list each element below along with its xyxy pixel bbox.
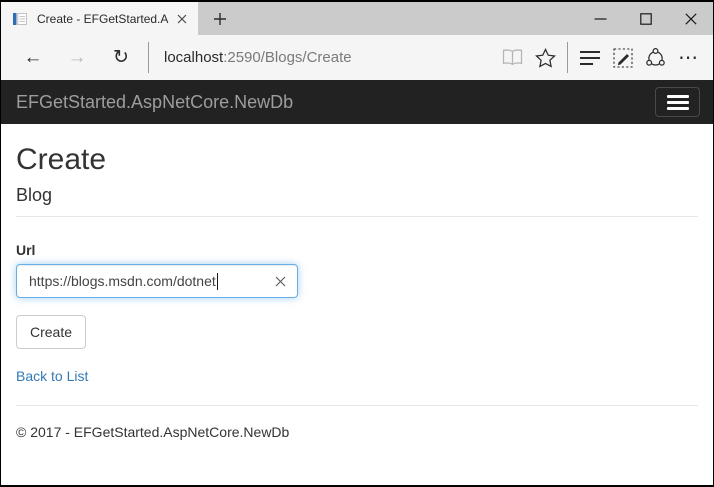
submit-row: Create [16,298,698,349]
minimize-button[interactable] [578,2,623,35]
hamburger-bar [667,101,689,104]
page-content: Create Blog Url https://blogs.msdn.com/d… [1,124,713,485]
navbar-brand-link[interactable]: EFGetStarted.AspNetCore.NewDb [16,92,293,113]
favorites-star-icon[interactable] [529,39,562,77]
text-caret [217,273,218,290]
create-button[interactable]: Create [16,315,86,349]
close-window-button[interactable] [668,2,713,35]
tab-close-icon[interactable] [170,7,194,31]
share-icon[interactable] [639,39,672,77]
address-host: localhost [164,49,223,66]
navbar-hamburger-button[interactable] [655,87,700,117]
url-input-value: https://blogs.msdn.com/dotnet [29,273,216,289]
url-field-label: Url [16,242,698,258]
address-path: :2590/Blogs/Create [223,49,351,66]
footer-divider [16,405,698,406]
browser-toolbar: ← → ↻ localhost:2590/Blogs/Create [1,35,713,80]
browser-window: Create - EFGetStarted.A ← → ↻ localhost:… [0,0,714,487]
hamburger-bar [667,95,689,98]
new-tab-button[interactable] [198,2,242,35]
web-note-icon[interactable] [606,39,639,77]
toolbar-divider [148,42,149,73]
titlebar-drag-area [242,2,578,35]
page-subtitle: Blog [16,185,698,206]
divider [16,216,698,217]
back-to-list-link[interactable]: Back to List [16,368,88,384]
refresh-icon[interactable]: ↻ [99,39,143,77]
maximize-button[interactable] [623,2,668,35]
back-icon[interactable]: ← [11,39,55,77]
reading-view-icon[interactable] [496,39,529,77]
tab-title: Create - EFGetStarted.A [37,12,170,26]
site-footer: © 2017 - EFGetStarted.AspNetCore.NewDb [16,424,698,440]
browser-tab[interactable]: Create - EFGetStarted.A [1,2,198,35]
hub-icon[interactable] [573,39,606,77]
site-navbar: EFGetStarted.AspNetCore.NewDb [1,80,713,124]
hamburger-bar [667,107,689,110]
clear-input-icon[interactable] [267,268,293,294]
favicon-icon [12,11,28,27]
copyright-text: © 2017 - EFGetStarted.AspNetCore.NewDb [16,424,698,440]
hub-lines [580,49,600,67]
toolbar-divider [567,42,568,73]
url-field-wrap: https://blogs.msdn.com/dotnet [16,264,298,298]
page-title: Create [16,143,698,176]
address-bar[interactable]: localhost:2590/Blogs/Create [164,49,496,66]
forward-icon[interactable]: → [55,39,99,77]
url-input[interactable]: https://blogs.msdn.com/dotnet [16,264,298,298]
more-actions-icon[interactable]: ⋯ [672,39,705,77]
tab-bar: Create - EFGetStarted.A [1,2,713,35]
back-link-row: Back to List [16,349,698,386]
